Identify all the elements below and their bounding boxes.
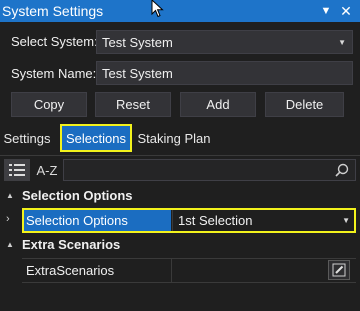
category-label: Extra Scenarios [22,237,121,252]
property-row-extra-scenarios[interactable]: ExtraScenarios [0,258,360,283]
tab-selections[interactable]: Selections [60,124,132,152]
alphabetical-sort-button[interactable]: A-Z [33,159,61,181]
dropdown-triangle-icon[interactable]: ▼ [318,3,334,19]
property-search-input[interactable] [63,159,356,181]
edit-pencil-icon [332,263,346,277]
chevron-down-icon: ▼ [338,37,346,47]
categorized-view-icon [9,164,25,176]
copy-button[interactable]: Copy [11,92,87,117]
property-row-selection-options[interactable]: › Selection Options 1st Selection ▼ [0,208,360,233]
category-selection-options[interactable]: ▲ Selection Options [0,184,360,207]
tab-settings[interactable]: Settings [0,124,54,152]
property-name-selection-options: Selection Options [24,210,171,231]
edit-button[interactable] [328,260,350,280]
collapse-triangle-icon: ▲ [6,240,14,249]
category-extra-scenarios[interactable]: ▲ Extra Scenarios [0,233,360,256]
row-pointer-icon: › [6,213,10,225]
close-icon[interactable]: ✕ [338,3,354,19]
tab-strip: Settings Selections Staking Plan [0,122,360,154]
system-name-value: Test System [102,65,173,81]
property-grid-toolbar: A-Z [0,157,360,183]
selection-options-value: 1st Selection [178,213,253,228]
chevron-down-icon: ▼ [342,216,350,225]
search-icon [335,163,349,177]
delete-button[interactable]: Delete [265,92,344,117]
select-system-label: Select System: [11,34,98,49]
category-label: Selection Options [22,188,133,203]
tab-divider [0,155,360,156]
categorized-view-button[interactable] [4,159,30,181]
select-system-value: Test System [102,34,173,50]
add-button[interactable]: Add [180,92,256,117]
select-system-dropdown[interactable]: Test System ▼ [96,30,353,54]
property-name-extra-scenarios: ExtraScenarios [26,263,115,278]
title-bar: System Settings ▼ ✕ [0,0,360,22]
selection-options-dropdown[interactable]: 1st Selection ▼ [172,210,354,231]
mouse-cursor-icon [151,0,164,18]
reset-button[interactable]: Reset [95,92,171,117]
collapse-triangle-icon: ▲ [6,191,14,200]
system-name-field[interactable]: Test System [96,61,353,85]
tab-staking-plan[interactable]: Staking Plan [136,124,212,152]
system-name-label: System Name: [11,66,97,81]
